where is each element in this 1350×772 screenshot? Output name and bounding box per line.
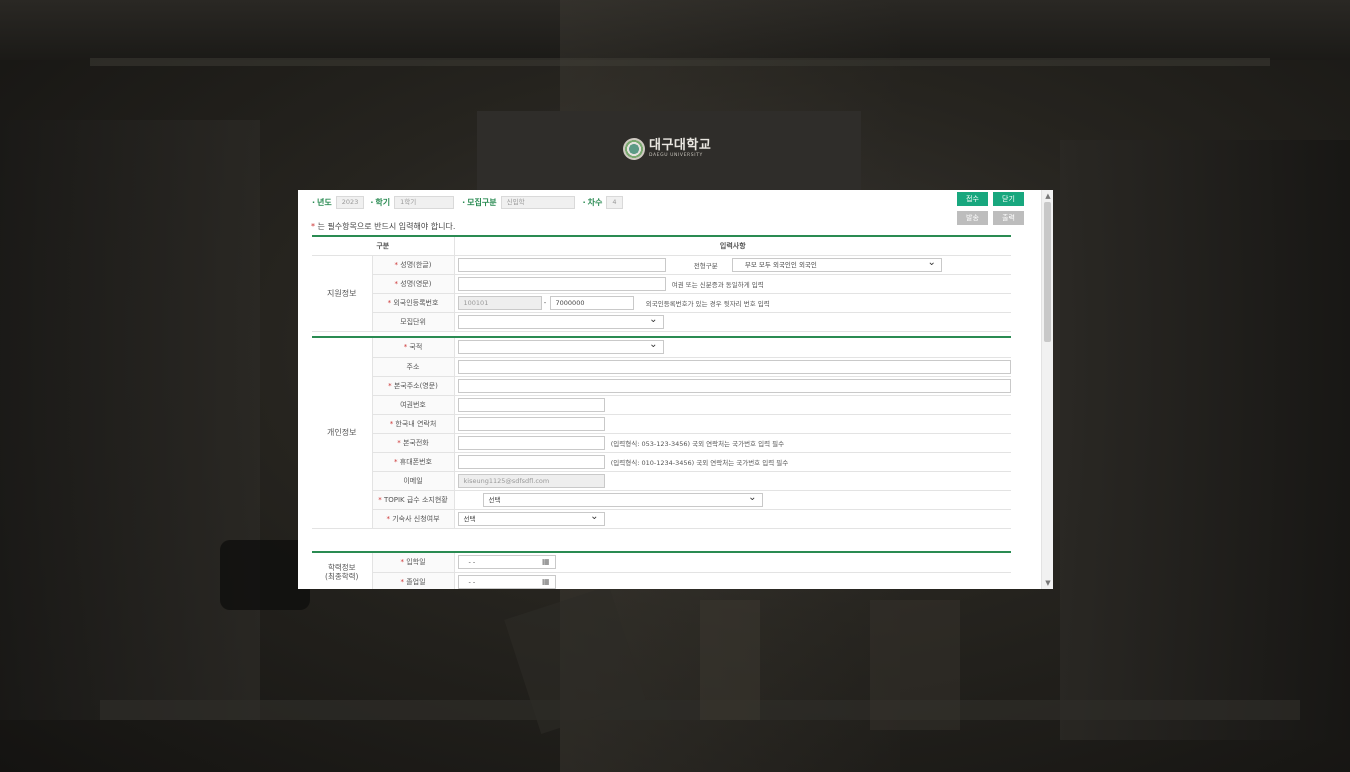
korea-contact-input[interactable] (457, 416, 605, 431)
year-field: 2023 (335, 195, 365, 209)
passport-input[interactable] (457, 397, 605, 412)
required-notice: * 는 필수항목으로 반드시 입력해야 합니다. (311, 221, 455, 232)
topik-select[interactable]: 선택 (482, 492, 763, 507)
nationality-select[interactable] (457, 339, 664, 355)
email-field[interactable]: kiseung1125@sdfsdfl.com (457, 473, 605, 488)
scroll-down-icon[interactable]: ▼ (1042, 577, 1053, 589)
topik-label: * TOPIK 급수 소지현황 (372, 490, 455, 510)
section-academic: 학력정보 (최종학력) (312, 553, 373, 589)
passport-label: 여권번호 (372, 395, 455, 415)
korea-contact-label: * 한국내 연락처 (372, 414, 455, 434)
header-input: 입력사항 (454, 235, 1011, 256)
logo-plate: 대구대학교 DAEGU UNIVERSITY (477, 111, 861, 191)
unit-label: 모집단위 (372, 312, 455, 332)
nationality-label: * 국적 (372, 338, 455, 358)
term-field: 1학기 (394, 195, 455, 209)
home-address-input[interactable] (457, 378, 1011, 393)
entry-date-label: * 입학일 (372, 553, 455, 573)
unit-select[interactable] (457, 314, 664, 329)
term-label: 학기 (370, 197, 390, 208)
university-logo: 대구대학교 DAEGU UNIVERSITY (623, 138, 711, 160)
required-notice-text: 는 필수항목으로 반드시 입력해야 합니다. (317, 222, 456, 231)
header-division: 구분 (312, 235, 455, 256)
mobile-label: * 휴대폰번호 (372, 452, 455, 472)
submit-button[interactable]: 접수 (957, 192, 988, 206)
academic-info-table: 학력정보 (최종학력) * 입학일 - - * 졸업일 - - (312, 553, 1011, 589)
withdraw-button[interactable]: 출력 (993, 211, 1024, 225)
mobile-input[interactable] (457, 454, 605, 469)
type-select[interactable]: 부모 모두 외국인인 외국인 (731, 257, 942, 272)
personal-info-table: 개인정보 * 국적 주소 * 본국주소(영문) 여권번호 * 한국내 연락처 *… (312, 338, 1011, 529)
section-academic-line2: (최종학력) (325, 571, 359, 581)
home-phone-input[interactable] (457, 435, 605, 450)
name-kr-input[interactable] (457, 257, 666, 272)
dorm-label: * 기숙사 신청여부 (372, 509, 455, 529)
home-phone-hint: (입력형식: 053-123-3456) 국외 연락처는 국가번호 입력 필수 (610, 439, 785, 448)
regno-front-input[interactable]: 100101 (457, 295, 542, 310)
section-personal: 개인정보 (312, 338, 373, 529)
home-address-label: * 본국주소(영문) (372, 376, 455, 396)
regno-dash: - (543, 298, 547, 307)
regno-hint: 외국인등록번호가 있는 경우 뒷자리 번호 입력 (645, 299, 770, 308)
address-input[interactable] (457, 359, 1011, 374)
print-button[interactable]: 발송 (957, 211, 988, 225)
type-label: 전형구분 (693, 261, 718, 270)
name-kr-label: * 성명(한글) (372, 255, 455, 275)
grad-date-label: * 졸업일 (372, 572, 455, 589)
dorm-select[interactable]: 선택 (457, 511, 605, 526)
scroll-up-icon[interactable]: ▲ (1042, 190, 1053, 202)
name-en-label: * 성명(영문) (372, 274, 455, 294)
scroll-thumb[interactable] (1044, 202, 1051, 342)
recruit-label: 모집구분 (462, 197, 496, 208)
logo-english-text: DAEGU UNIVERSITY (649, 153, 703, 159)
year-label: 년도 (312, 197, 332, 208)
apply-info-table: 구분 입력사항 지원정보 * 성명(한글) 전형구분 부모 모두 외국인인 외국… (312, 235, 1011, 332)
application-modal: 년도 2023 학기 1학기 모집구분 신입학 차수 4 접수 닫기 발송 출력… (298, 190, 1053, 589)
name-en-hint: 여권 또는 신분증과 동일하게 입력 (671, 280, 764, 289)
entry-date-input[interactable]: - - (457, 555, 556, 570)
regno-back-input[interactable]: 7000000 (549, 295, 634, 310)
section-academic-line1: 학력정보 (327, 562, 356, 572)
close-button[interactable]: 닫기 (993, 192, 1024, 206)
name-en-input[interactable] (457, 276, 666, 291)
address-label: 주소 (372, 357, 455, 377)
section-apply: 지원정보 (312, 255, 373, 332)
email-label: 이메일 (372, 471, 455, 491)
modal-scrollbar[interactable]: ▲ ▼ (1041, 190, 1053, 589)
university-emblem-icon (623, 138, 645, 160)
filter-bar: 년도 2023 학기 1학기 모집구분 신입학 차수 4 (312, 194, 629, 210)
round-field: 4 (606, 195, 623, 209)
mobile-hint: (입력형식: 010-1234-3456) 국외 연락처는 국가번호 입력 필수 (610, 458, 789, 467)
grad-date-input[interactable]: - - (457, 574, 556, 589)
home-phone-label: * 본국전화 (372, 433, 455, 453)
round-label: 차수 (583, 197, 603, 208)
logo-korean-text: 대구대학교 (649, 138, 712, 154)
required-star: * (311, 222, 315, 231)
recruit-field: 신입학 (500, 195, 575, 209)
regno-label: * 외국인등록번호 (372, 293, 455, 313)
